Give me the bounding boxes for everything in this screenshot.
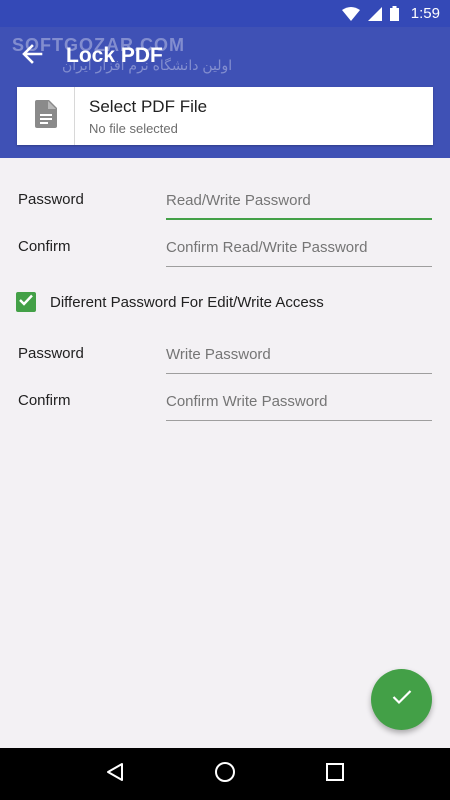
w-password-label: Password [18,345,84,362]
rw-password-input[interactable] [166,190,432,220]
signal-icon [367,6,382,21]
confirm-fab-button[interactable] [371,669,432,730]
file-icon-box [17,87,75,145]
w-confirm-label: Confirm [18,392,71,409]
check-icon [392,689,412,710]
toolbar: Lock PDF [0,27,450,85]
file-picker-title: Select PDF File [89,96,208,116]
checkmark-icon [19,293,33,311]
status-bar: 1:59 [0,0,450,27]
w-confirm-input[interactable] [166,391,432,421]
nav-recents-button[interactable] [315,754,355,794]
recents-icon [326,762,344,786]
select-pdf-file-button[interactable]: Select PDF File No file selected [17,87,433,145]
different-password-checkbox-row[interactable]: Different Password For Edit/Write Access [16,292,324,312]
page-title: Lock PDF [66,44,163,67]
home-icon [214,761,236,788]
navigation-bar [0,748,450,800]
back-icon [105,762,125,787]
rw-confirm-input[interactable] [166,237,432,267]
battery-icon [389,6,399,21]
nav-back-button[interactable] [95,754,135,794]
back-button[interactable] [4,28,60,84]
rw-password-label: Password [18,191,84,208]
rw-confirm-row: Confirm [0,237,450,285]
nav-home-button[interactable] [205,754,245,794]
file-picker-text: Select PDF File No file selected [75,87,207,145]
w-confirm-row: Confirm [0,391,450,439]
document-icon [34,99,57,133]
rw-password-row: Password [0,190,450,238]
app-header: SOFTGOZAR.COM اولین دانشگاه نرم افزار ای… [0,27,450,158]
different-password-label: Different Password For Edit/Write Access [50,293,324,311]
w-password-input[interactable] [166,344,432,374]
w-password-row: Password [0,344,450,392]
arrow-back-icon [21,43,43,70]
different-password-checkbox[interactable] [16,292,36,312]
rw-confirm-label: Confirm [18,238,71,255]
file-picker-subtitle: No file selected [89,120,178,136]
wifi-icon [341,6,360,21]
status-time: 1:59 [410,5,440,22]
